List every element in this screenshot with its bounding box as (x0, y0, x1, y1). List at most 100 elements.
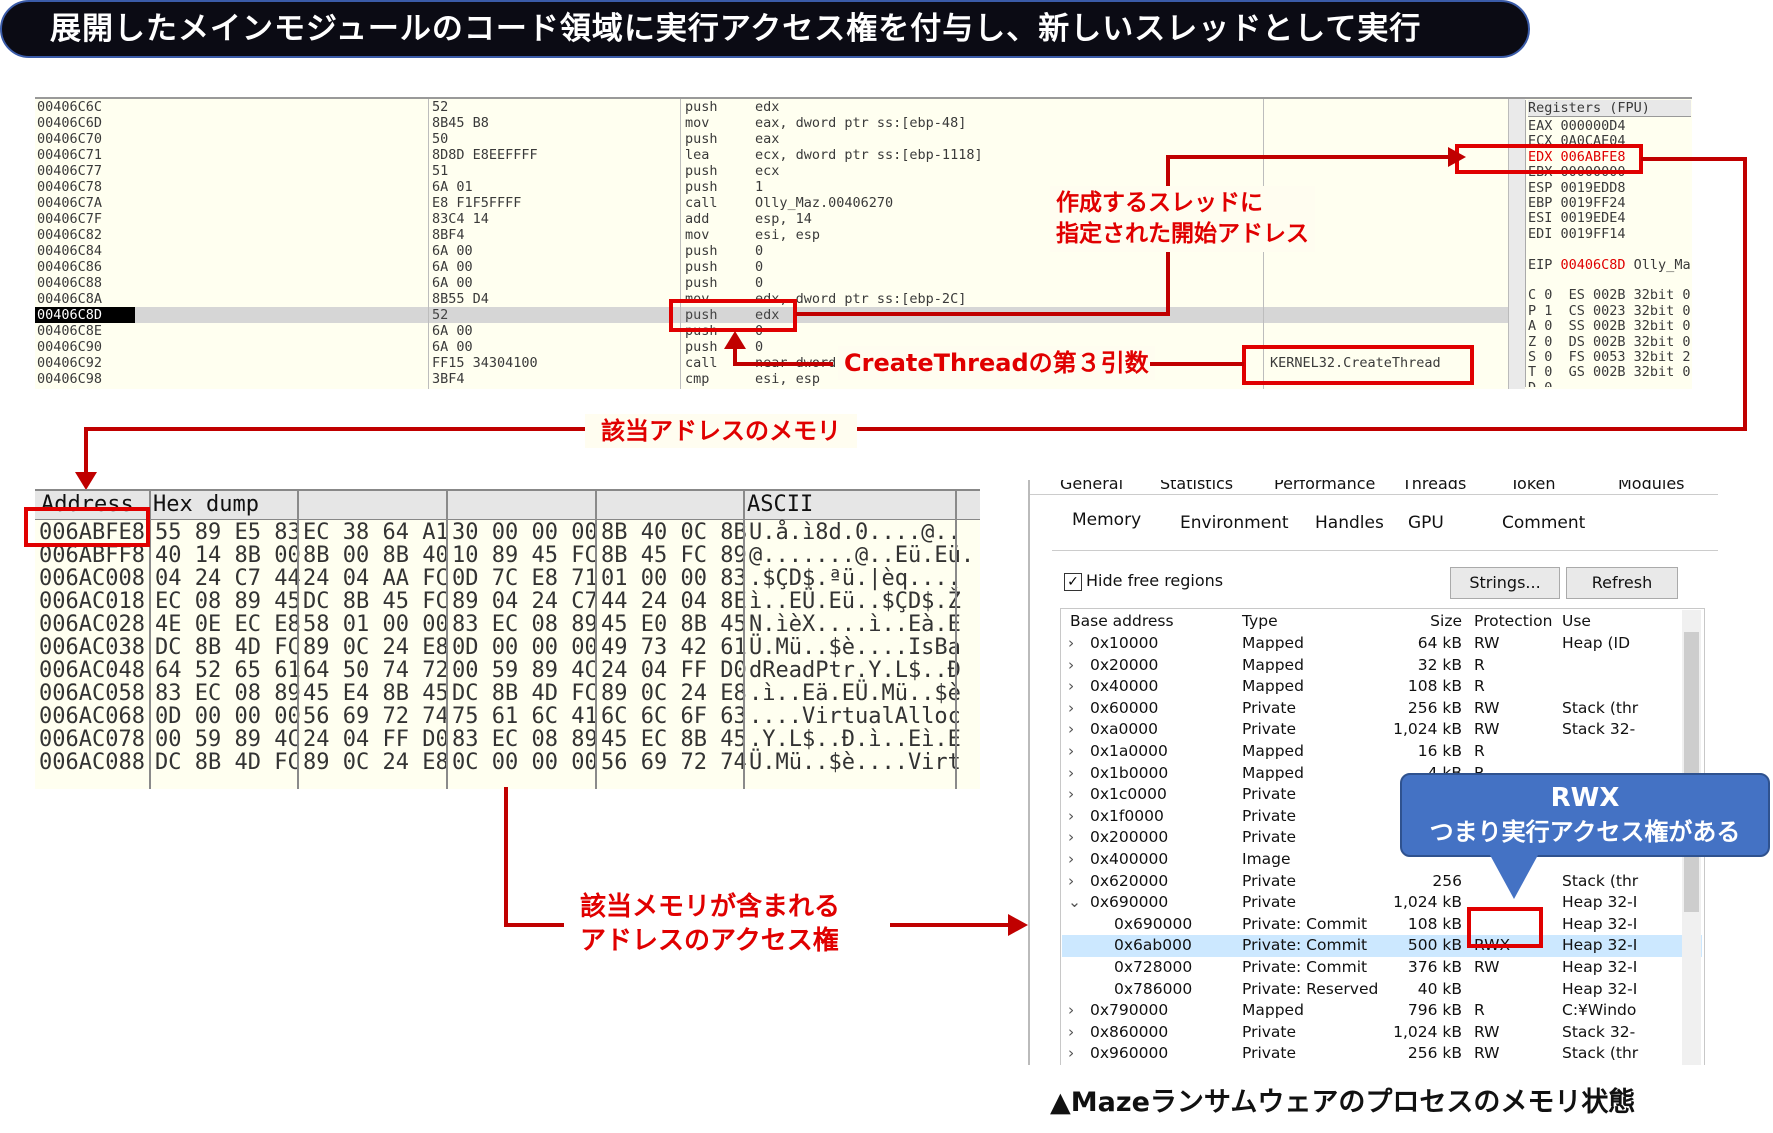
disasm-scrollbar[interactable] (1508, 99, 1525, 389)
hex-dump-row[interactable]: 006AC028 4E 0E EC E8 58 01 00 00 83 EC 08 8… (35, 613, 980, 636)
expand-chevron-icon[interactable]: › (1068, 849, 1074, 871)
refresh-button[interactable]: Refresh (1566, 567, 1678, 599)
expand-chevron-icon[interactable]: › (1068, 633, 1074, 655)
disasm-operands: Olly_Maz.00406270 (755, 195, 894, 211)
tab-modules[interactable]: Modules (1618, 480, 1685, 493)
memory-row[interactable]: 0x6ab000 Private: Commit 500 kB RWX Heap 32-… (1062, 935, 1702, 957)
hex-dump-row[interactable]: 006AC058 83 EC 08 89 45 E4 8B 45 DC 8B 4D F… (35, 682, 980, 705)
expand-chevron-icon[interactable]: › (1068, 741, 1074, 763)
disasm-operands: edx (755, 99, 780, 115)
type-header[interactable]: Type (1242, 610, 1278, 632)
hex-dump-row[interactable]: 006AC048 64 52 65 61 64 50 74 72 00 59 89 4… (35, 659, 980, 682)
expand-chevron-icon[interactable]: ⌄ (1068, 892, 1081, 914)
expand-chevron-icon[interactable]: › (1068, 871, 1074, 893)
register-row[interactable]: T 0 GS 002B 32bit 0 (1528, 364, 1691, 380)
hex-dump-row[interactable]: 006AC078 00 59 89 4C 24 04 FF D0 83 EC 08 8… (35, 728, 980, 751)
register-row[interactable]: A 0 SS 002B 32bit 0 (1528, 318, 1691, 334)
strings-button[interactable]: Strings... (1450, 567, 1560, 599)
tab-general[interactable]: General (1060, 480, 1123, 493)
tab-gpu[interactable]: GPU (1408, 513, 1444, 533)
disasm-row[interactable]: 00406C6C 52 push edx (35, 99, 1525, 115)
base-address: 0xa0000 (1090, 720, 1158, 739)
register-row[interactable]: EDI 0019FF14 (1528, 226, 1626, 242)
disasm-bytes: 52 (432, 99, 449, 115)
expand-chevron-icon[interactable]: › (1068, 676, 1074, 698)
hex-dump-row[interactable]: 006AC008 04 24 C7 44 24 04 AA FC 0D 7C E8 7… (35, 567, 980, 590)
tab-handles[interactable]: Handles (1315, 513, 1384, 533)
disasm-row[interactable]: 00406C88 6A 00 push 0 (35, 275, 1525, 291)
region-type: Private: Reserved (1242, 979, 1379, 998)
memory-row[interactable]: 0x690000 Private: Commit 108 kB Heap 32-I (1062, 914, 1702, 936)
tab-threads[interactable]: Threads (1402, 480, 1466, 493)
tab-token[interactable]: Token (1510, 480, 1556, 493)
tab-statistics[interactable]: Statistics (1160, 480, 1233, 493)
base-address: 0x1c0000 (1090, 785, 1167, 804)
register-row[interactable]: EIP 00406C8D Olly_Ma (1528, 257, 1691, 273)
memory-row[interactable]: › 0xa0000 Private 1,024 kB RW Stack 32- (1062, 719, 1702, 741)
base-address-header[interactable]: Base address (1070, 610, 1174, 632)
connector-line (733, 362, 833, 366)
disasm-address: 00406C7A (37, 195, 103, 211)
register-row[interactable]: P 1 CS 0023 32bit 0 (1528, 303, 1691, 319)
disasm-row[interactable]: 00406C86 6A 00 push 0 (35, 259, 1525, 275)
hex-dump-row[interactable]: 006AC068 0D 00 00 00 56 69 72 74 75 61 6C 4… (35, 705, 980, 728)
region-type: Mapped (1242, 742, 1304, 760)
disasm-row[interactable]: 00406C77 51 push ecx (35, 163, 1525, 179)
hex-dump-row[interactable]: 006ABFF8 40 14 8B 00 8B 00 8B 40 10 89 45 F… (35, 544, 980, 567)
expand-chevron-icon[interactable]: › (1068, 698, 1074, 720)
register-row[interactable]: ESP 0019EDD8 (1528, 180, 1626, 196)
disasm-row[interactable]: 00406C6D 8B45 B8 mov eax, dword ptr ss:[ebp… (35, 115, 1525, 131)
register-row[interactable]: Z 0 DS 002B 32bit 0 (1528, 334, 1691, 350)
expand-chevron-icon[interactable]: › (1068, 719, 1074, 741)
memory-row[interactable]: 0x786000 Private: Reserved 40 kB Heap 32-I (1062, 979, 1702, 1001)
use-header[interactable]: Use (1562, 610, 1591, 632)
memory-row[interactable]: › 0x1a0000 Mapped 16 kB R (1062, 741, 1702, 763)
hex-bytes: 8B 40 0C 8B (601, 520, 747, 545)
memory-row[interactable]: › 0x60000 Private 256 kB RW Stack (thr (1062, 698, 1702, 720)
protection-header[interactable]: Protection (1474, 610, 1552, 632)
tab-performance[interactable]: Performance (1274, 480, 1375, 493)
expand-chevron-icon[interactable]: › (1068, 1000, 1074, 1022)
disasm-row[interactable]: 00406C8D 52 push edx (35, 307, 1508, 323)
register-row[interactable]: C 0 ES 002B 32bit 0 (1528, 287, 1691, 303)
register-row[interactable]: S 0 FS 0053 32bit 2 (1528, 349, 1691, 365)
register-row[interactable]: D 0 (1528, 380, 1552, 387)
hide-free-regions-checkbox[interactable]: ✓ (1064, 573, 1082, 591)
expand-chevron-icon[interactable]: › (1068, 1022, 1074, 1044)
memory-row[interactable]: › 0x10000 Mapped 64 kB RW Heap (ID (1062, 633, 1702, 655)
rwx-callout-title: RWX (1550, 783, 1620, 813)
disasm-address: 00406C8A (37, 291, 103, 307)
memory-row[interactable]: › 0x960000 Private 256 kB RW Stack (thr (1062, 1043, 1702, 1065)
expand-chevron-icon[interactable]: › (1068, 1043, 1074, 1065)
hex-dump-row[interactable]: 006ABFE8 55 89 E5 83 EC 38 64 A1 30 00 00 0… (35, 521, 980, 544)
expand-chevron-icon[interactable]: › (1068, 763, 1074, 785)
memory-row[interactable]: › 0x40000 Mapped 108 kB R (1062, 676, 1702, 698)
hex-dump-row[interactable]: 006AC038 DC 8B 4D FC 89 0C 24 E8 0D 00 00 0… (35, 636, 980, 659)
expand-chevron-icon[interactable]: › (1068, 655, 1074, 677)
connector-line (84, 427, 88, 477)
register-row[interactable]: EBP 0019FF24 (1528, 195, 1626, 211)
register-row[interactable]: EAX 000000D4 (1528, 118, 1626, 134)
region-type: Image (1242, 850, 1291, 868)
tab-memory[interactable]: Memory (1072, 510, 1141, 530)
scrollbar-thumb[interactable] (1684, 632, 1699, 912)
memory-row[interactable]: ⌄ 0x690000 Private 1,024 kB Heap 32-I (1062, 892, 1702, 914)
memory-row[interactable]: › 0x620000 Private 256 Stack (thr (1062, 871, 1702, 893)
hex-dump-row[interactable]: 006AC018 EC 08 89 45 DC 8B 45 FC 89 04 24 C… (35, 590, 980, 613)
memory-row[interactable]: › 0x860000 Private 1,024 kB RW Stack 32- (1062, 1022, 1702, 1044)
expand-chevron-icon[interactable]: › (1068, 827, 1074, 849)
memory-row[interactable]: 0x728000 Private: Commit 376 kB RW Heap 32-I (1062, 957, 1702, 979)
register-row[interactable]: ESI 0019EDE4 (1528, 210, 1626, 226)
disasm-operands: esi, esp (755, 371, 821, 387)
tab-comment[interactable]: Comment (1502, 513, 1585, 533)
expand-chevron-icon[interactable]: › (1068, 784, 1074, 806)
memory-row[interactable]: › 0x790000 Mapped 796 kB R C:¥Windo (1062, 1000, 1702, 1022)
hex-dump-row[interactable]: 006AC088 DC 8B 4D FC 89 0C 24 E8 0C 00 00 0… (35, 751, 980, 774)
memory-row[interactable]: › 0x20000 Mapped 32 kB R (1062, 655, 1702, 677)
expand-chevron-icon[interactable]: › (1068, 806, 1074, 828)
size-header[interactable]: Size (1422, 610, 1462, 632)
tab-environment[interactable]: Environment (1180, 513, 1289, 533)
hex-ascii: Ü.Mü..$è....IsBa (749, 635, 961, 660)
hex-bytes: DC 8B 45 FC (303, 589, 449, 614)
disasm-row[interactable]: 00406C70 50 push eax (35, 131, 1525, 147)
